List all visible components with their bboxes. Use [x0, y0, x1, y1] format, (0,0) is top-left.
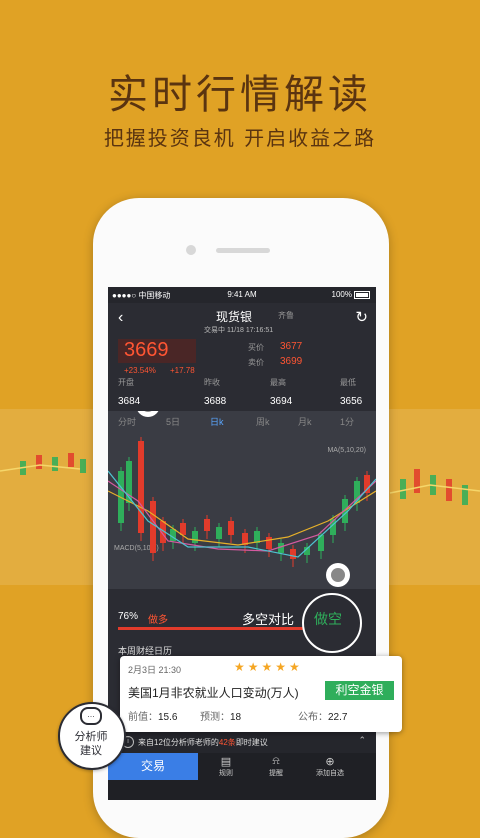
ask-price: 3699 [280, 356, 303, 367]
nav-add-watchlist[interactable]: ⊕ 添加自选 [308, 755, 352, 778]
battery-text: 100% [331, 290, 352, 299]
nav-label: 提醒 [269, 770, 283, 777]
stat-value: 3688 [204, 396, 227, 407]
ratio-title: 多空对比 [242, 612, 295, 627]
bid-price: 3677 [280, 341, 303, 352]
price-stats: 开盘 3684 昨收 3688 最高 3694 最低 3656 [108, 377, 376, 411]
analyst-text: 来自12位分析师老师的42条即时建议 [138, 737, 268, 748]
stat-val: 22.7 [328, 712, 348, 723]
importance-stars: ★★★★★ [234, 660, 303, 674]
refresh-icon[interactable]: ↻ [355, 308, 368, 326]
stat-key: 前值： [128, 712, 158, 723]
phone-camera [186, 245, 196, 255]
stat-value: 3656 [340, 396, 363, 407]
analyst-suffix: 即时建议 [235, 738, 268, 747]
band-candle-4 [80, 459, 86, 473]
stat-label: 开盘 [118, 378, 134, 387]
band-candle-1 [36, 455, 42, 469]
bid-label: 买价 [248, 343, 264, 352]
stat-open: 开盘 3684 [118, 377, 178, 407]
actual-value: 公布：22.7 [298, 708, 347, 723]
bull-percent: 76% [118, 611, 139, 622]
analyst-count: 42条 [218, 738, 236, 747]
ask-label: 卖价 [248, 358, 264, 367]
trading-status: 交易中 11/18 17:16:51 [204, 327, 274, 334]
band-candle-2 [52, 457, 58, 471]
nav-alerts[interactable]: ⍾ 提醒 [254, 755, 298, 778]
hero-title: 实时行情解读 [108, 72, 372, 118]
stat-label: 昨收 [204, 378, 220, 387]
nav-label: 添加自选 [316, 770, 344, 777]
band-candle-8 [446, 479, 452, 501]
rules-icon: ▤ [220, 756, 232, 768]
forecast-value: 预测：18 [200, 708, 241, 723]
hero-subtitle: 把握投资良机 开启收益之路 [103, 126, 377, 150]
crosshair-end-dot [331, 568, 345, 582]
impact-badge: 利空金银 [325, 681, 394, 700]
bubble-label-2: 建议 [80, 745, 102, 757]
stat-label: 最高 [270, 378, 286, 387]
nav-rules[interactable]: ▤ 规则 [204, 755, 248, 778]
candles-svg [108, 411, 376, 587]
economic-event-card[interactable]: 2月3日 21:30 ★★★★★ 美国1月非农就业人口变动(万人) 利空金银 前… [120, 656, 402, 732]
band-candle-5 [400, 479, 406, 499]
stat-prev-close: 昨收 3688 [204, 377, 264, 407]
change-amount: +17.78 [170, 366, 195, 375]
stat-high: 最高 3694 [270, 377, 330, 407]
analyst-advice-row[interactable]: i 来自12位分析师老师的42条即时建议 ⌃ [108, 731, 376, 753]
exchange-name: 齐鲁 [278, 311, 294, 320]
stat-label: 最低 [340, 378, 356, 387]
long-short-ratio: 76% 做多 多空对比 做空 [108, 591, 376, 653]
phone-speaker [216, 248, 270, 253]
battery-indicator: 100% [332, 290, 370, 299]
status-bar: ●●●●○ 中国移动 9:41 AM 100% [108, 287, 376, 303]
stat-value: 3684 [118, 396, 141, 407]
kline-chart[interactable]: 分时 5日 日k 周k 月k 1分 MA(5,10,20) MACD(5,10,… [108, 411, 376, 589]
bull-label: 做多 [148, 615, 168, 626]
stat-val: 18 [230, 712, 242, 723]
band-candle-3 [68, 453, 74, 467]
stat-key: 预测： [200, 712, 230, 723]
bell-icon: ⍾ [272, 755, 280, 767]
current-price: 3669 [124, 339, 169, 361]
stat-key: 公布： [298, 712, 328, 723]
chat-icon: … [80, 707, 102, 725]
page-title: 现货银 [216, 310, 253, 324]
event-title: 美国1月非农就业人口变动(万人) [128, 686, 299, 700]
band-candle-9 [462, 485, 468, 505]
short-label[interactable]: 做空 [314, 609, 342, 629]
add-icon: ⊕ [325, 756, 335, 768]
nav-label: 规则 [219, 770, 233, 777]
analyst-prefix: 来自12位分析师老师的 [138, 738, 219, 747]
chevron-up-icon[interactable]: ⌃ [358, 735, 366, 746]
stat-val: 15.6 [158, 712, 178, 723]
stat-low: 最低 3656 [340, 377, 376, 407]
trade-button[interactable]: 交易 [108, 753, 198, 780]
bottom-nav: 交易 ▤ 规则 ⍾ 提醒 ⊕ 添加自选 [108, 753, 376, 800]
nav-bar: ‹ 现货银 齐鲁 交易中 11/18 17:16:51 ↻ [108, 303, 376, 339]
event-time: 2月3日 21:30 [128, 665, 182, 675]
band-candle-6 [414, 469, 420, 493]
back-icon[interactable]: ‹ [118, 309, 123, 327]
stat-value: 3694 [270, 396, 293, 407]
bull-bar [118, 627, 314, 630]
prev-value: 前值：15.6 [128, 708, 177, 723]
battery-icon [354, 290, 370, 299]
change-percent: +23.54% [124, 366, 156, 375]
